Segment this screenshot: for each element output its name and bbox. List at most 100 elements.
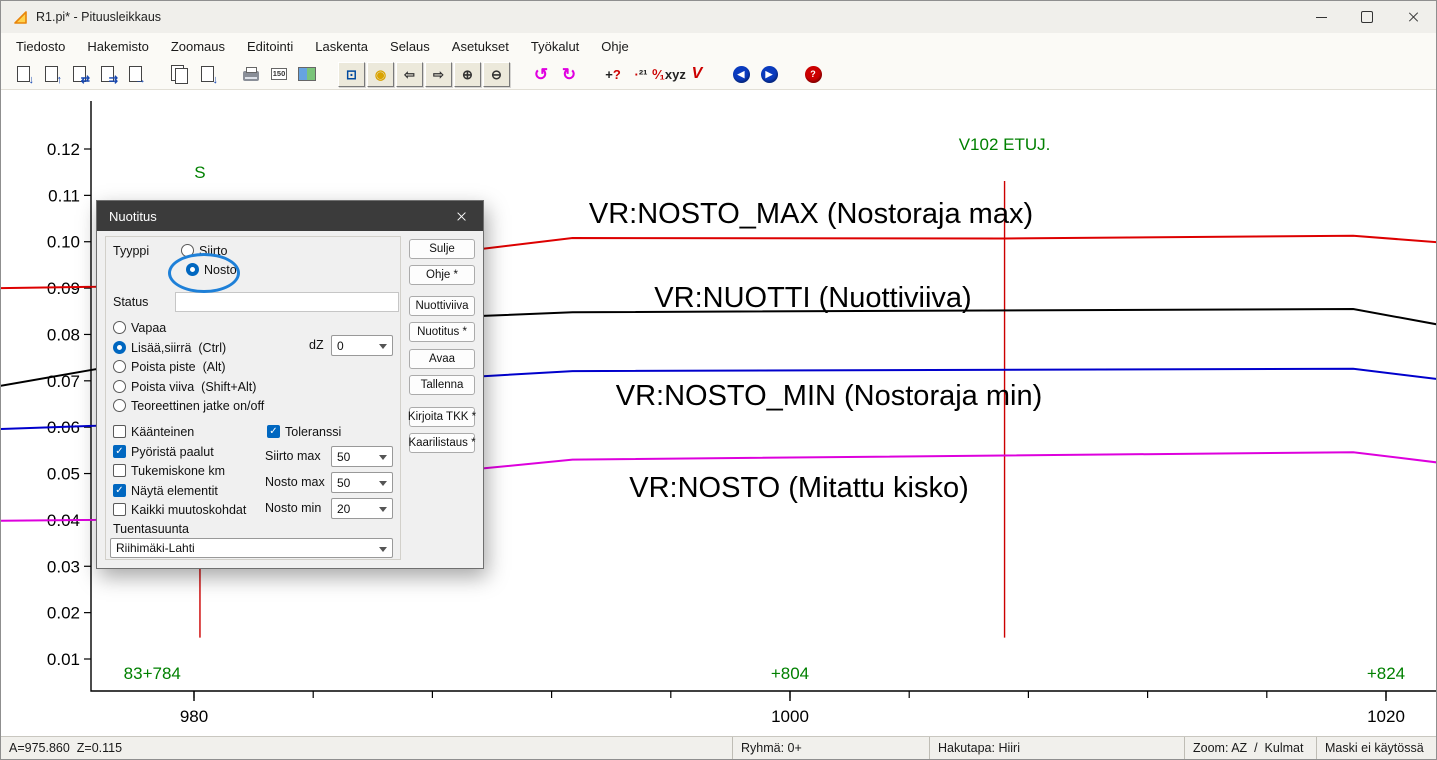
- checkbox-toleranssi-box[interactable]: [267, 425, 280, 438]
- minimize-button[interactable]: [1298, 1, 1344, 33]
- zoom-out-icon[interactable]: ⊖: [483, 62, 510, 87]
- menu-item-tyokalut[interactable]: Työkalut: [520, 39, 590, 54]
- svg-text:0.01: 0.01: [47, 650, 80, 669]
- zoom-lamp-icon[interactable]: ◉: [367, 62, 394, 87]
- kirjoita-tkk-button[interactable]: Kirjoita TKK *: [409, 407, 475, 427]
- checkbox-kaikki-muutoskohdat[interactable]: Kaikki muutoskohdat: [113, 502, 246, 517]
- svg-text:0.05: 0.05: [47, 465, 80, 484]
- tyyppi-label: Tyyppi: [113, 244, 149, 258]
- radio-vapaa-circle[interactable]: [113, 321, 126, 334]
- checkbox-pyorista-paalut[interactable]: Pyöristä paalut: [113, 444, 214, 459]
- svg-text:0.03: 0.03: [47, 557, 80, 576]
- checkbox-pyorista-box[interactable]: [113, 445, 126, 458]
- print-image-icon[interactable]: [294, 62, 320, 86]
- menu-item-selaus[interactable]: Selaus: [379, 39, 441, 54]
- copy-icon[interactable]: [166, 62, 192, 86]
- siirto-max-select[interactable]: 50: [331, 446, 393, 467]
- radio-teoreettinen-circle[interactable]: [113, 399, 126, 412]
- svg-text:0.02: 0.02: [47, 604, 80, 623]
- paste-icon[interactable]: ↓: [194, 62, 220, 86]
- print-icon[interactable]: [238, 62, 264, 86]
- dialog-close-button[interactable]: [439, 201, 483, 231]
- checkbox-kaanteinen[interactable]: Käänteinen: [113, 424, 194, 439]
- read-file-icon[interactable]: ↓: [10, 62, 36, 86]
- nosto-min-select[interactable]: 20: [331, 498, 393, 519]
- title-bar: R1.pi* - Pituusleikkaus: [1, 1, 1436, 33]
- query-point-icon[interactable]: +?: [600, 62, 626, 86]
- point-number-icon[interactable]: ·²¹: [628, 62, 654, 86]
- radio-poista-viiva[interactable]: Poista viiva (Shift+Alt): [113, 379, 256, 394]
- sulje-button[interactable]: Sulje: [409, 239, 475, 259]
- menu-item-ohje[interactable]: Ohje: [590, 39, 639, 54]
- step-back-icon[interactable]: ◀: [728, 62, 754, 86]
- annotation-ellipse: [168, 253, 240, 293]
- pan-left-icon[interactable]: ⇦: [396, 62, 423, 87]
- svg-text:+824: +824: [1367, 664, 1405, 683]
- checkbox-kaanteinen-box[interactable]: [113, 425, 126, 438]
- pan-right-icon[interactable]: ⇨: [425, 62, 452, 87]
- checkbox-nayta-box[interactable]: [113, 484, 126, 497]
- nuotitus-button[interactable]: Nuotitus *: [409, 322, 475, 342]
- svg-text:0.08: 0.08: [47, 325, 80, 344]
- browse-files-icon[interactable]: ⇉: [94, 62, 120, 86]
- zoom-fit-icon[interactable]: ⊡: [338, 62, 365, 87]
- print-scale-icon[interactable]: 150: [266, 62, 292, 86]
- checkbox-nayta-elementit[interactable]: Näytä elementit: [113, 483, 218, 498]
- tuentasuunta-select[interactable]: Riihimäki-Lahti: [110, 538, 393, 558]
- nuotitus-dialog: Nuotitus Tyyppi Siirto Nosto Status Vapa…: [96, 200, 484, 569]
- radio-poista-piste-circle[interactable]: [113, 360, 126, 373]
- maximize-icon: [1361, 11, 1373, 23]
- radio-vapaa[interactable]: Vapaa: [113, 320, 166, 335]
- ohje-button[interactable]: Ohje *: [409, 265, 475, 285]
- svg-text:VR:NOSTO_MAX (Nostoraja max): VR:NOSTO_MAX (Nostoraja max): [589, 198, 1033, 230]
- menu-item-laskenta[interactable]: Laskenta: [304, 39, 379, 54]
- read-write-file-icon[interactable]: ⇄: [66, 62, 92, 86]
- xyz-decimals-icon[interactable]: ⁰⁄₁xyz: [656, 62, 682, 86]
- dz-select[interactable]: 0: [331, 335, 393, 356]
- dialog-title: Nuotitus: [109, 209, 157, 224]
- write-file-icon[interactable]: ↑: [38, 62, 64, 86]
- status-bar: A=975.860 Z=0.115Ryhmä: 0+Hakutapa: Hiir…: [1, 736, 1436, 759]
- main-toolbar: ↓↑⇄⇉→↓150⊡◉⇦⇨⊕⊖↺↻+?·²¹⁰⁄₁xyzV◀▶?: [1, 59, 1436, 90]
- close-icon: [456, 211, 467, 222]
- menu-item-hakemisto[interactable]: Hakemisto: [76, 39, 159, 54]
- zoom-in-icon[interactable]: ⊕: [454, 62, 481, 87]
- checkbox-toleranssi[interactable]: Toleranssi: [267, 424, 341, 439]
- avaa-button[interactable]: Avaa: [409, 349, 475, 369]
- dialog-titlebar[interactable]: Nuotitus: [97, 201, 483, 231]
- close-button[interactable]: [1390, 1, 1436, 33]
- nosto-max-label: Nosto max: [265, 475, 325, 489]
- redo-icon[interactable]: ↻: [556, 62, 582, 86]
- app-window: R1.pi* - Pituusleikkaus TiedostoHakemist…: [0, 0, 1437, 760]
- menu-item-editointi[interactable]: Editointi: [236, 39, 304, 54]
- svg-text:+804: +804: [771, 664, 809, 683]
- check-values-icon[interactable]: V: [684, 62, 710, 86]
- menu-item-tiedosto[interactable]: Tiedosto: [5, 39, 76, 54]
- radio-lisaa-siirra[interactable]: Lisää,siirrä (Ctrl): [113, 340, 226, 355]
- close-file-icon[interactable]: →: [122, 62, 148, 86]
- radio-lisaa-circle[interactable]: [113, 341, 126, 354]
- status-field[interactable]: [175, 292, 399, 312]
- radio-poista-viiva-circle[interactable]: [113, 380, 126, 393]
- svg-text:0.09: 0.09: [47, 279, 80, 298]
- help-icon[interactable]: ?: [800, 62, 826, 86]
- step-forward-icon[interactable]: ▶: [756, 62, 782, 86]
- undo-icon[interactable]: ↺: [528, 62, 554, 86]
- radio-poista-piste[interactable]: Poista piste (Alt): [113, 359, 225, 374]
- menu-item-zoomaus[interactable]: Zoomaus: [160, 39, 236, 54]
- radio-teoreettinen-jatke[interactable]: Teoreettinen jatke on/off: [113, 398, 264, 413]
- menu-item-asetukset[interactable]: Asetukset: [441, 39, 520, 54]
- tuentasuunta-label: Tuentasuunta: [113, 522, 189, 536]
- svg-text:V102 ETUJ.: V102 ETUJ.: [959, 135, 1051, 154]
- tallenna-button[interactable]: Tallenna: [409, 375, 475, 395]
- checkbox-tukemiskone-box[interactable]: [113, 464, 126, 477]
- maximize-button[interactable]: [1344, 1, 1390, 33]
- svg-text:83+784: 83+784: [124, 664, 181, 683]
- nosto-max-select[interactable]: 50: [331, 472, 393, 493]
- checkbox-kaikki-box[interactable]: [113, 503, 126, 516]
- svg-text:980: 980: [180, 707, 208, 726]
- svg-text:VR:NOSTO (Mitattu kisko): VR:NOSTO (Mitattu kisko): [629, 472, 968, 504]
- kaarilistaus-button[interactable]: Kaarilistaus *: [409, 433, 475, 453]
- checkbox-tukemiskone-km[interactable]: Tukemiskone km: [113, 463, 225, 478]
- nuottiviiva-button[interactable]: Nuottiviiva: [409, 296, 475, 316]
